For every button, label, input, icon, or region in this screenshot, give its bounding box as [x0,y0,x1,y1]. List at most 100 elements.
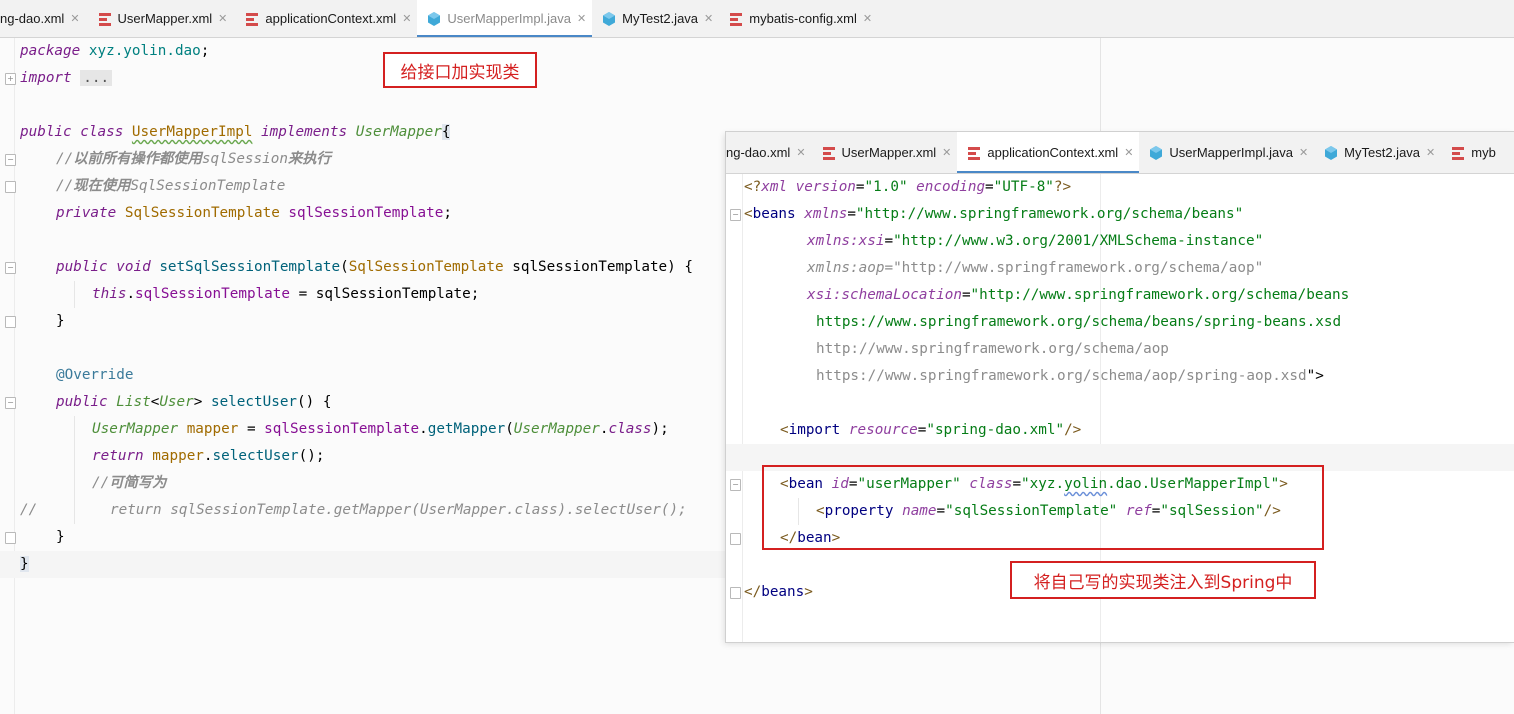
punct: ; [200,43,210,59]
type-name: SqlSessionTemplate [348,259,504,275]
fold-end-icon[interactable] [5,316,16,328]
keyword: public [20,124,72,140]
code-line: package xyz.yolin.dao; [0,38,1514,65]
attr-name: resource [840,422,918,438]
type-name: User [159,394,194,410]
close-icon[interactable]: ✕ [796,146,805,159]
fold-end-icon[interactable] [730,533,741,545]
close-icon[interactable]: ✕ [1299,146,1308,159]
code-line: + import ... [0,65,1514,92]
punct: . [419,421,428,437]
keyword: import [20,70,72,86]
tab-label: ng-dao.xml [0,11,65,26]
keyword: class [80,124,124,140]
tab-label: MyTest2.java [1344,145,1421,160]
java-class-icon [603,11,616,26]
xml-editor-tabbar: ng-dao.xml ✕ UserMapper.xml ✕ applicationC… [726,132,1514,174]
xml-decl: xml [761,179,788,195]
package-name: xyz.yolin.dao [80,43,201,59]
close-icon[interactable]: ✕ [942,146,951,159]
tab-applicationcontext-xml[interactable]: applicationContext.xml ✕ [233,0,417,37]
tab-mytest2-java[interactable]: MyTest2.java ✕ [592,0,719,37]
close-icon[interactable]: ✕ [70,12,79,25]
keyword: return [92,448,144,464]
type-name: SqlSessionTemplate [124,205,280,221]
comment: sqlSession [201,151,288,167]
comment: // [56,151,74,167]
close-icon[interactable]: ✕ [402,12,411,25]
punct: /> [1064,422,1082,438]
keyword: this [92,286,127,302]
fold-end-icon[interactable] [5,181,16,193]
fold-collapse-icon[interactable]: − [730,479,741,491]
attr-name: version [787,179,856,195]
tab-applicationcontext-xml[interactable]: applicationContext.xml ✕ [957,132,1140,173]
annotation-text: 将自己写的实现类注入到Spring中 [1033,572,1293,593]
attr-value: "1.0" [864,179,908,195]
xml-file-icon [98,12,112,26]
punct: = [884,260,894,276]
attr-name: encoding [907,179,986,195]
punct: </ [744,584,762,600]
comment: // [56,178,74,194]
method-name: setSqlSessionTemplate [159,259,341,275]
code-line: https://www.springframework.org/schema/b… [726,309,1514,336]
parameter: sqlSessionTemplate) { [503,259,693,275]
punct: = [884,233,894,249]
tab-usermapper-xml[interactable]: UserMapper.xml ✕ [812,132,958,173]
tab-mybatis-config-xml[interactable]: myb [1441,132,1502,173]
close-icon[interactable]: ✕ [1124,146,1133,159]
fold-collapse-icon[interactable]: − [5,154,16,166]
punct: = [855,179,865,195]
comment: // [92,475,110,491]
main-editor-tabbar: ng-dao.xml ✕ UserMapper.xml ✕ applicationC… [0,0,1514,38]
fold-collapse-icon[interactable]: − [5,397,16,409]
java-class-icon [1150,145,1163,160]
tab-usermapperimpl-java[interactable]: UserMapperImpl.java ✕ [417,0,593,37]
tab-label: UserMapper.xml [117,11,213,26]
keyword: implements [261,124,348,140]
attr-name-unused: xmlns:aop [807,260,885,276]
fold-expand-icon[interactable]: + [5,73,16,85]
tab-label: applicationContext.xml [265,11,397,26]
tab-usermapperimpl-java[interactable]: UserMapperImpl.java ✕ [1139,132,1314,173]
fold-collapse-icon[interactable]: − [730,209,741,221]
java-class-icon [428,11,441,26]
xml-file-icon [967,146,981,160]
tab-label: ng-dao.xml [726,145,791,160]
lightbulb-icon[interactable] [750,422,852,465]
close-icon[interactable]: ✕ [863,12,872,25]
tab-spring-dao-xml[interactable]: ng-dao.xml ✕ [0,0,86,37]
punct: ?> [1053,179,1072,195]
tab-mytest2-java[interactable]: MyTest2.java ✕ [1314,132,1441,173]
fold-collapse-icon[interactable]: − [5,262,16,274]
tab-label: mybatis-config.xml [749,11,857,26]
tab-label: myb [1471,145,1496,160]
close-icon[interactable]: ✕ [704,12,713,25]
comment: // [20,502,38,518]
tab-mybatis-config-xml[interactable]: mybatis-config.xml ✕ [719,0,878,37]
brace: } [56,313,65,329]
comment: return sqlSessionTemplate.getMapper(User… [110,502,687,518]
close-icon[interactable]: ✕ [1426,146,1435,159]
code-line: <import resource="spring-dao.xml"/> [726,417,1514,465]
code-line: <?xml version="1.0" encoding="UTF-8"?> [726,174,1514,201]
field-name: sqlSessionTemplate [264,421,420,437]
code-line: − <beans xmlns="http://www.springframewo… [726,201,1514,228]
folded-imports[interactable]: ... [80,70,113,86]
punct: = [985,179,994,195]
punct: () { [297,394,332,410]
annotation-text: 给接口加实现类 [400,62,520,83]
fold-end-icon[interactable] [5,532,16,544]
punct: <? [744,179,762,195]
tab-spring-dao-xml[interactable]: ng-dao.xml ✕ [726,132,812,173]
attr-name: xmlns:xsi [807,233,885,249]
close-icon[interactable]: ✕ [218,12,227,25]
method-name: selectUser [212,448,299,464]
comment: 现在使用 [73,178,131,194]
tab-usermapper-xml[interactable]: UserMapper.xml ✕ [86,0,234,37]
fold-end-icon[interactable] [730,587,741,599]
brace: } [20,556,29,572]
close-icon[interactable]: ✕ [577,12,586,25]
attr-value: https://www.springframework.org/schema/b… [816,314,1342,330]
